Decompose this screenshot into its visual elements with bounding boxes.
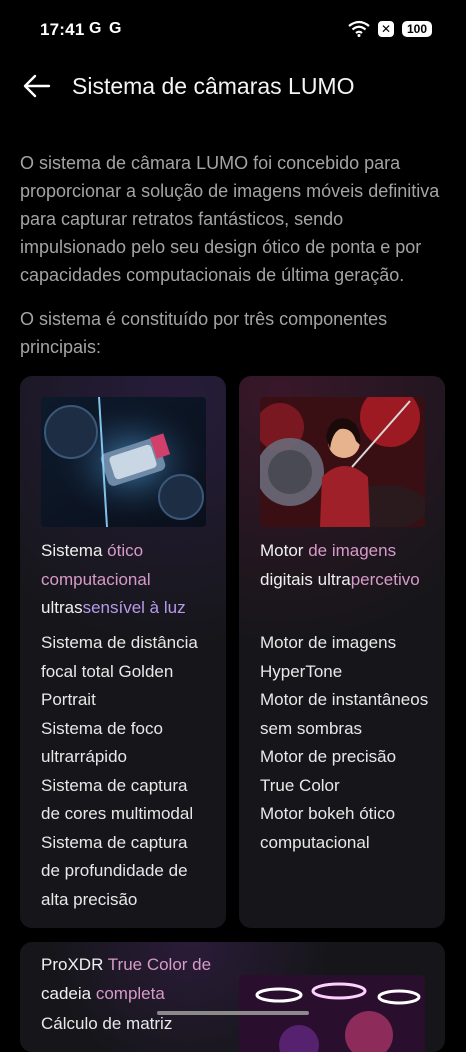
page-title: Sistema de câmaras LUMO: [72, 73, 355, 99]
camera-module-image: [41, 397, 206, 527]
list-item: Sistema de captura de profundidade de al…: [41, 832, 188, 909]
card-title: ProXDR True Color de cadeia completa: [41, 955, 212, 1003]
list-item: Motor de imagens HyperTone: [260, 633, 397, 681]
imaging-engine-card[interactable]: Motor de imagens digitais ultrapercetivo…: [239, 376, 445, 928]
optical-system-card[interactable]: Sistema ótico computacional ultrassensív…: [20, 376, 226, 928]
list-item: Sistema de captura de cores multimodal: [41, 775, 194, 824]
back-arrow-icon[interactable]: [22, 72, 52, 100]
status-bar: 17:41 G G ✕ 100: [0, 0, 466, 60]
intro-paragraph: O sistema de câmara LUMO foi concebido p…: [20, 153, 440, 285]
list-item: Sistema de distância focal total Golden …: [41, 633, 198, 709]
card-title: Sistema ótico computacional ultrassensív…: [41, 541, 186, 617]
card-text: Cálculo de matriz: [41, 1014, 173, 1033]
list-item: Sistema de foco ultrarrápido: [41, 718, 163, 767]
components-paragraph: O sistema é constituído por três compone…: [20, 309, 388, 357]
drummer-photo-image: [260, 397, 425, 527]
card-title: Motor de imagens digitais ultrapercetivo: [260, 541, 420, 589]
app-bar: Sistema de câmaras LUMO: [0, 62, 466, 110]
google-notification-icon: G: [109, 20, 122, 37]
google-notification-icon: G: [89, 20, 102, 37]
wifi-icon: [348, 20, 370, 37]
nfc-icon: ✕: [377, 20, 394, 37]
feature-list: Motor de imagens HyperTone Motor de inst…: [260, 629, 430, 857]
battery-indicator: 100: [401, 20, 432, 37]
list-item: Motor de instantâneos sem sombras: [260, 690, 429, 738]
status-time: 17:41: [40, 20, 85, 39]
list-item: Motor de precisão True Color: [260, 747, 397, 795]
home-indicator[interactable]: [157, 1011, 309, 1015]
proxdr-card[interactable]: ProXDR True Color de cadeia completa Cál…: [20, 942, 445, 1052]
feature-list: Sistema de distância focal total Golden …: [41, 629, 211, 914]
list-item: Motor bokeh ótico computacional: [260, 804, 396, 852]
